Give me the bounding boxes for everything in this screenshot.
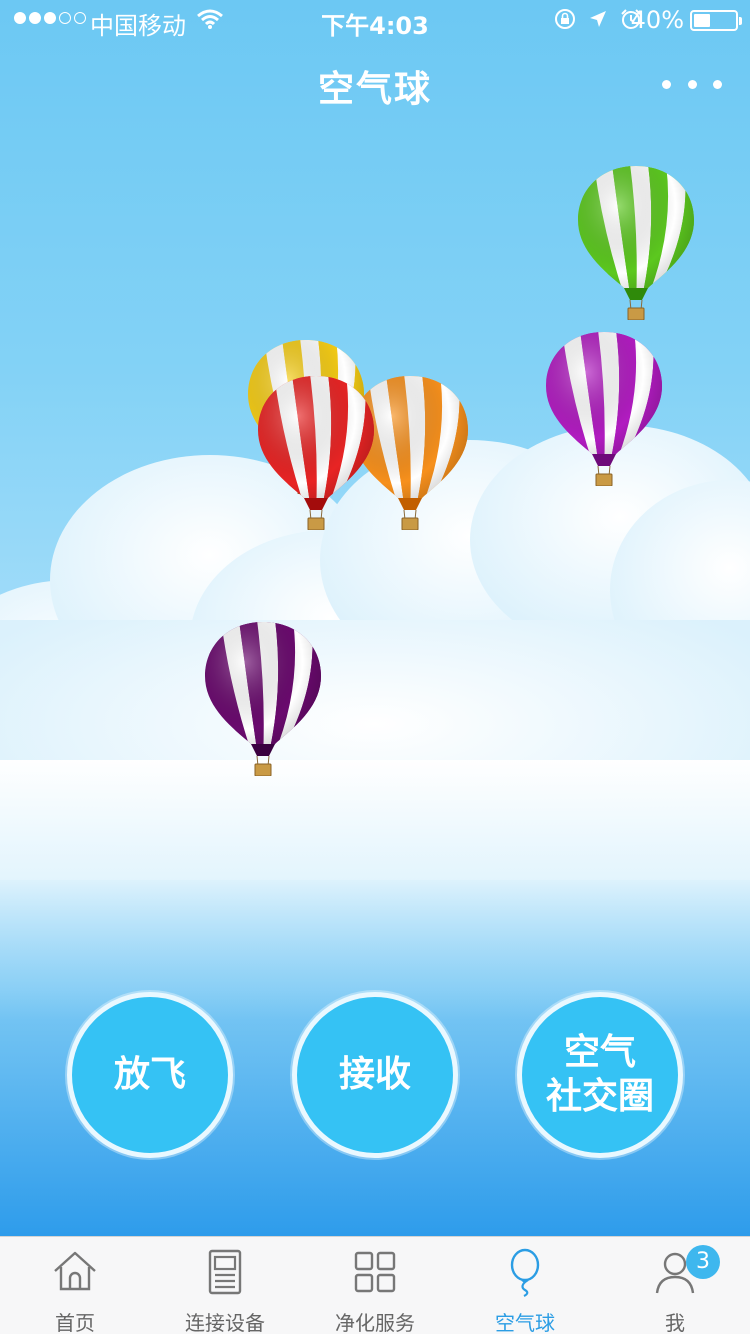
more-dot-icon: [713, 79, 722, 89]
social-label-line1: 空气: [563, 1032, 636, 1073]
tab-bar: 首页 连接设备 净化服务 空气球 我 3: [0, 1236, 750, 1334]
balloon-purple[interactable]: [544, 330, 664, 490]
balloon-green-icon: [578, 166, 694, 321]
tab-air-balloon-label: 空气球: [495, 1311, 555, 1334]
tab-purify-service-label: 净化服务: [335, 1311, 415, 1334]
signal-dot: [14, 12, 26, 24]
balloon-screen: 中国移动 下午4:03 40% 空气球 放飞 接收 空气 社交圈: [0, 0, 750, 1236]
battery-percentage: 40%: [630, 6, 684, 34]
balloon-dark-purple[interactable]: [203, 620, 323, 780]
status-bar: 中国移动 下午4:03 40%: [0, 0, 750, 40]
rotation-lock-icon: [555, 9, 575, 29]
notification-badge: 3: [686, 1245, 720, 1279]
device-icon: [208, 1249, 242, 1295]
launch-button[interactable]: 放飞: [67, 992, 233, 1158]
tab-air-balloon[interactable]: 空气球: [450, 1237, 600, 1334]
tab-connect-device-label: 连接设备: [185, 1311, 265, 1334]
tab-me-label: 我: [665, 1311, 685, 1334]
more-dot-icon: [662, 79, 671, 89]
battery-icon: [690, 10, 742, 31]
signal-dot: [74, 12, 86, 24]
home-icon: [54, 1251, 96, 1291]
air-social-circle-label: 空气 社交圈: [546, 1031, 654, 1119]
signal-dot: [29, 12, 41, 24]
tab-me[interactable]: 我 3: [600, 1237, 750, 1334]
balloon-red[interactable]: [256, 374, 376, 534]
balloon-icon: [510, 1248, 540, 1297]
tab-connect-device[interactable]: 连接设备: [150, 1237, 300, 1334]
page-title: 空气球: [317, 69, 432, 110]
signal-strength-icon: [14, 12, 86, 24]
tab-home-label: 首页: [55, 1311, 95, 1334]
balloon-purple-icon: [546, 332, 662, 487]
balloon-dark-purple-icon: [205, 622, 321, 777]
balloon-green[interactable]: [576, 164, 696, 324]
more-dot-icon: [687, 79, 697, 89]
tab-home[interactable]: 首页: [0, 1237, 150, 1334]
air-social-circle-button[interactable]: 空气 社交圈: [517, 992, 683, 1158]
grid-icon: [354, 1251, 396, 1293]
tab-purify-service[interactable]: 净化服务: [300, 1237, 450, 1334]
social-label-line2: 社交圈: [545, 1076, 654, 1117]
more-options-button[interactable]: [662, 72, 722, 96]
signal-dot: [59, 12, 71, 24]
battery-level-fill: [694, 14, 710, 27]
location-arrow-icon: [590, 11, 606, 27]
launch-label: 放飞: [113, 1054, 186, 1095]
signal-dot: [44, 12, 56, 24]
wifi-icon: [197, 9, 223, 29]
carrier-name: 中国移动: [90, 12, 186, 40]
receive-label: 接收: [338, 1054, 411, 1095]
balloon-red-icon: [258, 376, 374, 531]
receive-button[interactable]: 接收: [292, 992, 458, 1158]
